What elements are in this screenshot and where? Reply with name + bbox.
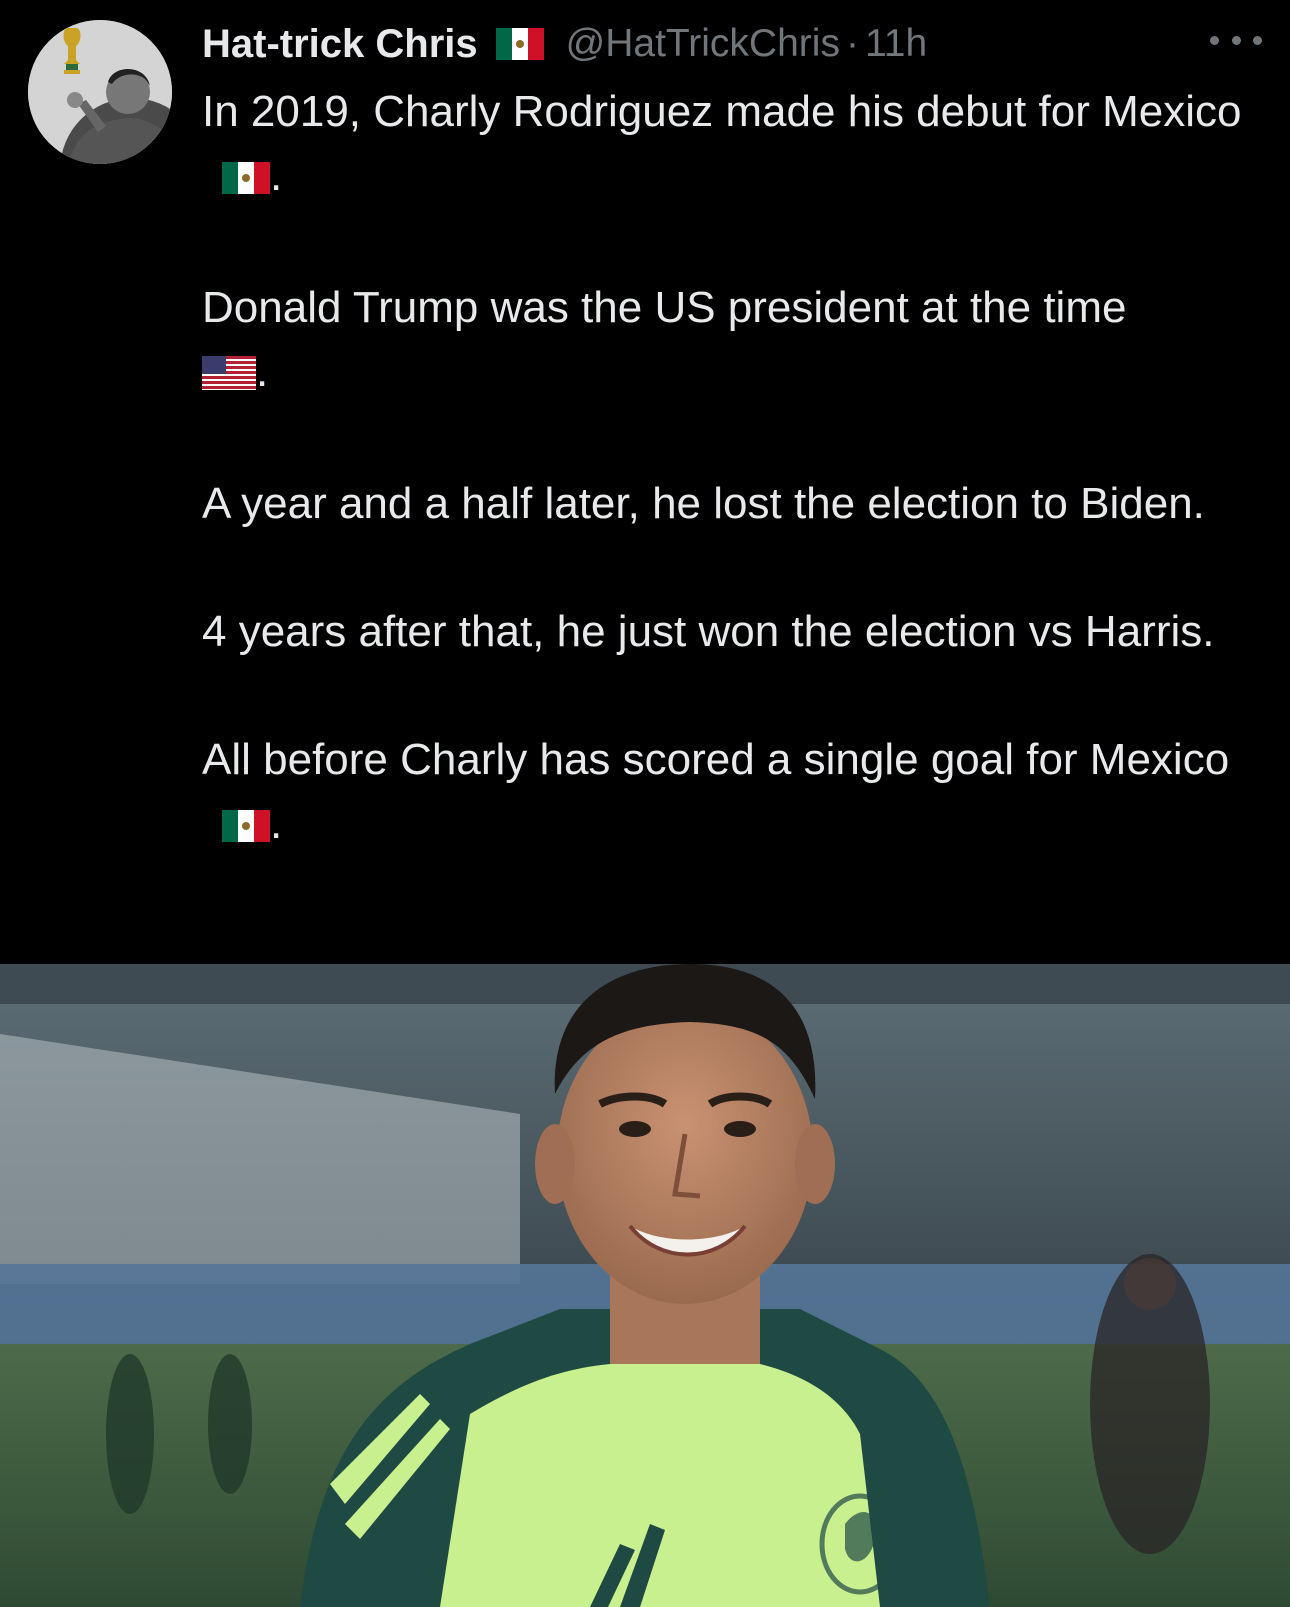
tweet: Hat-trick Chris @HatTrickChris · 11h In … (0, 0, 1290, 964)
more-options-icon[interactable] (1210, 26, 1262, 54)
tweet-paragraph: Donald Trump was the US president at the… (202, 276, 1262, 408)
author-avatar[interactable] (28, 20, 172, 164)
tweet-paragraph: In 2019, Charly Rodriguez made his debut… (202, 80, 1262, 212)
mexico-flag-icon (222, 148, 270, 212)
tweet-paragraph: All before Charly has scored a single go… (202, 728, 1262, 860)
paragraph-punct: . (270, 799, 283, 848)
mexico-flag-icon (495, 28, 544, 60)
more-dot (1210, 35, 1219, 45)
paragraph-punct: . (256, 347, 269, 396)
tweet-header: Hat-trick Chris @HatTrickChris · 11h (202, 16, 927, 72)
paragraph-text: 4 years after that, he just won the elec… (202, 607, 1215, 656)
more-dot (1253, 35, 1262, 45)
mexico-flag-icon (222, 796, 270, 860)
paragraph-punct: . (270, 151, 283, 200)
tweet-timestamp[interactable]: 11h (865, 22, 927, 66)
paragraph-text: A year and a half later, he lost the ele… (202, 479, 1205, 528)
author-display-name[interactable]: Hat-trick Chris (202, 22, 478, 67)
paragraph-text: In 2019, Charly Rodriguez made his debut… (202, 87, 1242, 136)
paragraph-text: All before Charly has scored a single go… (202, 735, 1230, 784)
more-dot (1231, 35, 1241, 45)
tweet-paragraph: 4 years after that, he just won the elec… (202, 600, 1262, 664)
author-handle[interactable]: @HatTrickChris (566, 22, 840, 66)
paragraph-text: Donald Trump was the US president at the… (202, 283, 1127, 332)
tweet-body: In 2019, Charly Rodriguez made his debut… (202, 80, 1262, 860)
tweet-paragraph: A year and a half later, he lost the ele… (202, 472, 1262, 536)
usa-flag-icon (202, 344, 256, 408)
meta-separator: · (845, 22, 859, 65)
tweet-media-photo[interactable] (0, 964, 1290, 1607)
